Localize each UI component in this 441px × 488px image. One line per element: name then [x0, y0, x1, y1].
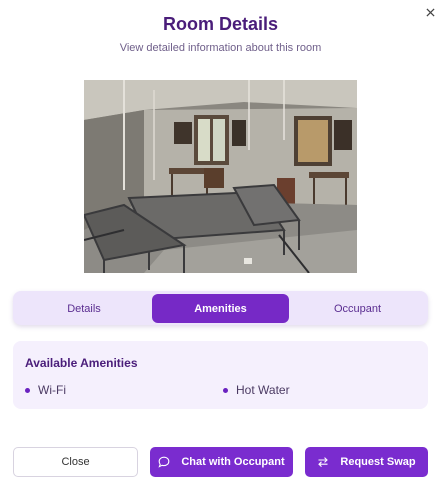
- dialog-subtitle: View detailed information about this roo…: [119, 42, 322, 54]
- close-button[interactable]: Close: [13, 447, 138, 477]
- bullet-icon: [25, 387, 30, 393]
- bullet-icon: [223, 387, 228, 393]
- amenities-panel: Available Amenities Wi-Fi Hot Water: [13, 341, 428, 409]
- swap-button-label: Request Swap: [340, 456, 416, 468]
- chat-bubble-icon: [158, 456, 170, 468]
- tab-amenities[interactable]: Amenities: [152, 294, 289, 323]
- amenity-item: Wi-Fi: [25, 383, 66, 397]
- room-photo: [84, 80, 357, 273]
- amenity-label: Wi-Fi: [38, 383, 66, 397]
- swap-arrows-icon: [318, 457, 329, 467]
- tab-occupant[interactable]: Occupant: [291, 294, 424, 323]
- tab-bar: Details Amenities Occupant: [13, 291, 428, 325]
- amenity-item: Hot Water: [223, 383, 290, 397]
- tab-details[interactable]: Details: [17, 294, 151, 323]
- request-swap-button[interactable]: Request Swap: [305, 447, 428, 477]
- chat-button-label: Chat with Occupant: [181, 456, 285, 468]
- amenity-label: Hot Water: [236, 383, 290, 397]
- chat-with-occupant-button[interactable]: Chat with Occupant: [150, 447, 293, 477]
- dialog-title: Room Details: [162, 14, 279, 34]
- close-button-label: Close: [61, 456, 90, 468]
- amenities-heading: Available Amenities: [25, 356, 138, 370]
